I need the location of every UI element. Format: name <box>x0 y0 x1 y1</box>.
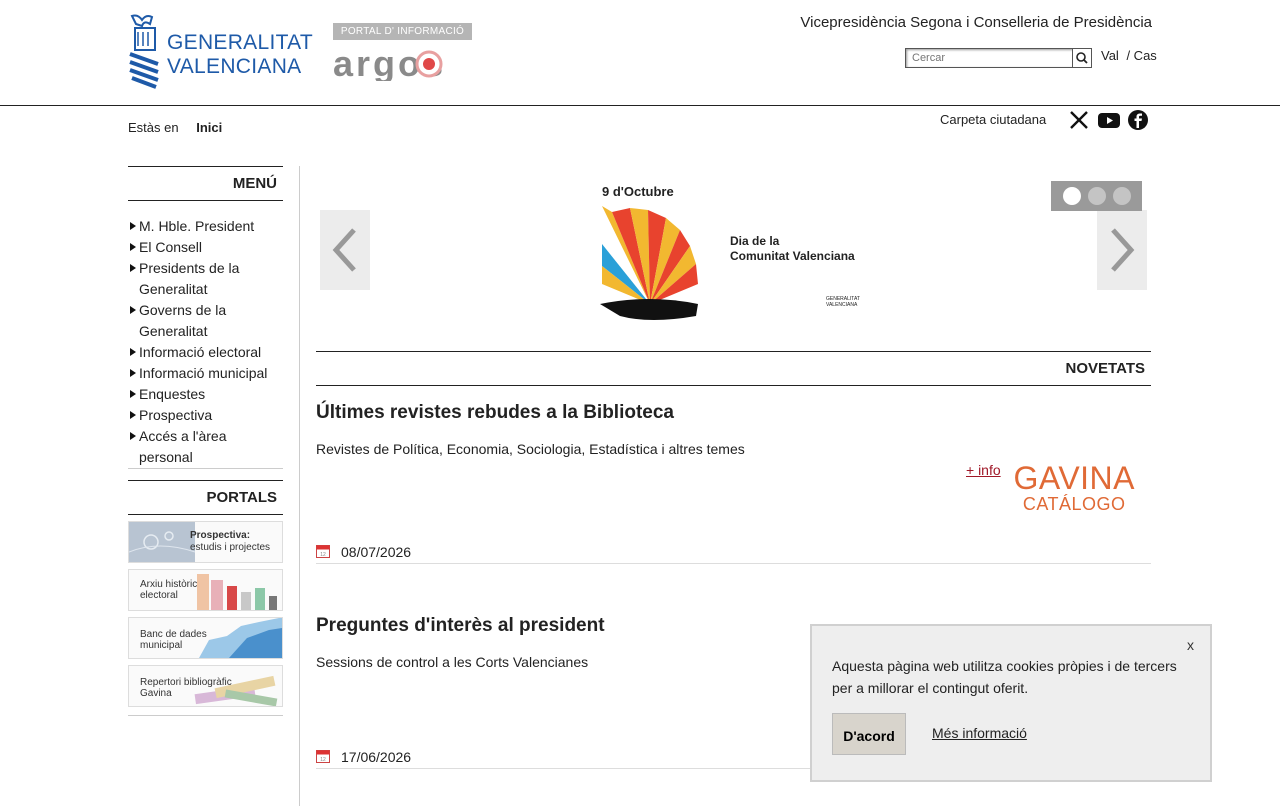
news-title[interactable]: Últimes revistes rebudes a la Biblioteca <box>316 402 1151 424</box>
search-input[interactable] <box>905 48 1074 68</box>
portal-banc-dades[interactable]: Banc de dades municipal <box>128 617 283 659</box>
site-header: GENERALITAT VALENCIANA PORTAL D' INFORMA… <box>0 0 1280 106</box>
generalitat-logo[interactable]: GENERALITAT VALENCIANA <box>128 14 313 92</box>
gv-emblem-icon <box>129 14 159 89</box>
portal-prospectiva[interactable]: Prospectiva: estudis i projectes <box>128 521 283 563</box>
cookie-message: Aquesta pàgina web utilitza cookies pròp… <box>832 658 1177 696</box>
gavina-catalog-logo[interactable]: GAVINA CATÁLOGO <box>1013 462 1135 514</box>
carousel-pagination <box>1051 181 1142 211</box>
chevron-right-icon <box>1111 228 1135 272</box>
chevron-left-icon <box>332 228 356 272</box>
portal-arxiu-line1: Arxiu històric <box>140 579 198 590</box>
news-summary: Revistes de Política, Economia, Sociolog… <box>316 441 745 457</box>
sidebar-divider <box>299 166 300 806</box>
portal-arxiu-line2: electoral <box>140 590 178 601</box>
carousel-next-button[interactable] <box>1097 210 1147 290</box>
argos-logo[interactable]: PORTAL D' INFORMACIÓ argos <box>333 23 472 83</box>
portal-gavina-line1: Repertori bibliogràfic <box>140 677 232 688</box>
svg-text:12: 12 <box>320 757 326 763</box>
menu-item-consell[interactable]: El Consell <box>128 237 283 258</box>
lang-val-link[interactable]: Val <box>1101 48 1119 63</box>
sidebar: MENÚ M. Hble. President El Consell Presi… <box>128 166 283 716</box>
carpeta-ciutadana-link[interactable]: Carpeta ciutadana <box>940 112 1046 127</box>
search-button[interactable] <box>1072 48 1092 68</box>
news-item: Últimes revistes rebudes a la Biblioteca… <box>316 402 1151 564</box>
portal-gavina-line2: Gavina <box>140 688 172 699</box>
slide-title: Dia de la Comunitat Valenciana <box>730 234 855 264</box>
carousel-dot-2[interactable] <box>1088 187 1106 205</box>
menu-title: MENÚ <box>128 166 283 201</box>
menu-item-municipal[interactable]: Informació municipal <box>128 363 283 384</box>
youtube-icon[interactable] <box>1097 109 1121 131</box>
slide-gv-logo: GENERALITAT VALENCIANA <box>826 296 860 308</box>
department-title[interactable]: Vicepresidència Segona i Conselleria de … <box>800 14 1152 31</box>
news-date: 08/07/2026 <box>341 544 412 560</box>
menu-item-enquestes[interactable]: Enquestes <box>128 384 283 405</box>
novetats-title: NOVETATS <box>1065 360 1145 377</box>
cookie-close-button[interactable]: x <box>1187 637 1194 653</box>
language-switch: Val / Cas <box>1101 48 1161 63</box>
menu-item-area-personal[interactable]: Accés a l'àrea personal <box>128 426 283 468</box>
menu-item-prospectiva[interactable]: Prospectiva <box>128 405 283 426</box>
calendar-icon: 12 <box>316 545 330 558</box>
news-date: 17/06/2026 <box>341 749 412 765</box>
carousel-prev-button[interactable] <box>320 210 370 290</box>
slide-title-line1: Dia de la <box>730 234 780 248</box>
search-form <box>905 48 1092 68</box>
slide-fan-image[interactable] <box>600 204 700 322</box>
portal-prospectiva-line1: Prospectiva: <box>190 530 251 541</box>
lang-cas-link[interactable]: / Cas <box>1126 48 1156 63</box>
gv-logo-line1: GENERALITAT <box>167 31 314 54</box>
sidebar-menu: M. Hble. President El Consell Presidents… <box>128 201 283 469</box>
carousel: 9 d'Octubre Dia de la Comunitat Valencia… <box>316 166 1151 336</box>
facebook-icon[interactable] <box>1127 109 1149 131</box>
portal-banc-line2: municipal <box>140 640 183 651</box>
gavina-logo-line2: CATÁLOGO <box>1022 494 1126 514</box>
news-divider <box>316 563 1151 564</box>
gavina-logo-line1: GAVINA <box>1013 460 1135 496</box>
news-summary: Sessions de control a les Corts Valencia… <box>316 654 589 670</box>
carousel-dot-3[interactable] <box>1113 187 1131 205</box>
menu-item-electoral[interactable]: Informació electoral <box>128 342 283 363</box>
argos-wordmark-icon: argos <box>333 47 443 81</box>
argos-tagline: PORTAL D' INFORMACIÓ <box>333 23 472 40</box>
slide-title-line2: Comunitat Valenciana <box>730 249 855 263</box>
menu-item-president[interactable]: M. Hble. President <box>128 216 283 237</box>
gv-logo-text: GENERALITAT VALENCIANA <box>167 31 313 79</box>
menu-item-governs[interactable]: Governs de la Generalitat <box>128 300 283 342</box>
carousel-dot-1[interactable] <box>1063 187 1081 205</box>
breadcrumb: Estàs en Inici <box>128 120 222 135</box>
x-icon[interactable] <box>1068 109 1090 131</box>
slide-date: 9 d'Octubre <box>602 184 674 199</box>
sidebar-bottom-rule <box>128 715 283 716</box>
calendar-icon: 12 <box>316 750 330 763</box>
portal-banc-line1: Banc de dades <box>140 629 207 640</box>
portals-title: PORTALS <box>128 480 283 515</box>
slide-gv-logo-line2: VALENCIANA <box>826 302 858 308</box>
more-info-link[interactable]: + info <box>966 462 1001 478</box>
gv-logo-line2: VALENCIANA <box>167 55 302 78</box>
novetats-header: NOVETATS <box>316 351 1151 386</box>
breadcrumb-current[interactable]: Inici <box>196 120 222 135</box>
breadcrumb-prefix: Estàs en <box>128 120 179 135</box>
cookie-accept-button[interactable]: D'acord <box>832 713 906 755</box>
cookie-banner: x Aquesta pàgina web utilitza cookies pr… <box>810 624 1212 782</box>
cookie-more-info-link[interactable]: Més informació <box>932 725 1027 741</box>
portal-prospectiva-line2: estudis i projectes <box>190 542 271 553</box>
menu-item-presidents[interactable]: Presidents de la Generalitat <box>128 258 283 300</box>
portal-repertori-gavina[interactable]: Repertori bibliogràfic Gavina <box>128 665 283 707</box>
portal-arxiu-electoral[interactable]: Arxiu històric electoral <box>128 569 283 611</box>
svg-text:12: 12 <box>320 552 326 558</box>
search-icon <box>1076 52 1088 64</box>
